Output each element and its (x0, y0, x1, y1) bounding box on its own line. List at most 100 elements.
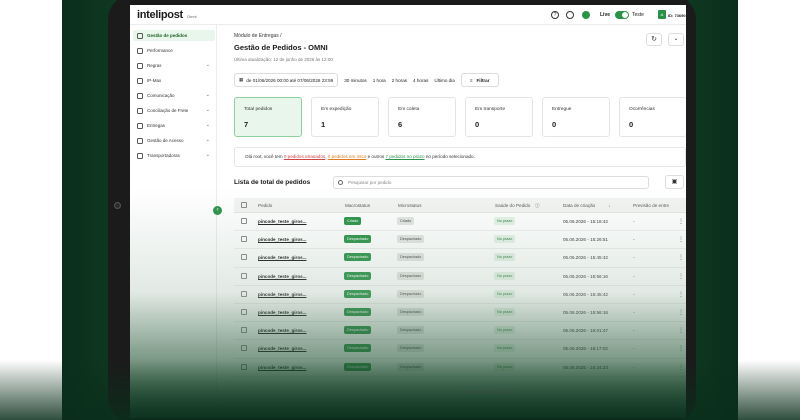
range-chip-2h[interactable]: 2 horas (392, 78, 407, 83)
sidebar-item-conciliacao[interactable]: Conciliação de Frete ⌄ (133, 105, 215, 116)
sidebar-item-comunicacao[interactable]: Comunicação ⌄ (133, 90, 215, 101)
order-link[interactable]: pincode_teste_giros... (258, 255, 307, 260)
card-em-transporte[interactable]: Em transporte 0 (465, 97, 533, 137)
row-checkbox[interactable] (241, 254, 247, 261)
created-date: 05.06.2026 - 15:56:16 (563, 273, 608, 279)
forecast-date: - (633, 237, 635, 243)
range-chip-30min[interactable]: 30 minutos (344, 78, 366, 83)
table-row[interactable]: pincode_teste_giros... Despachado Despacha… (234, 359, 686, 377)
table-row[interactable]: pincode_teste_giros... Despachado Despacha… (234, 304, 686, 323)
row-menu-icon[interactable]: ⋮ (678, 273, 684, 280)
table-row[interactable]: pincode_teste_giros... Despachado Despacha… (234, 231, 686, 250)
row-checkbox[interactable] (241, 272, 247, 279)
order-link[interactable]: pincode_teste_giros... (258, 346, 307, 351)
sidebar-item-regras[interactable]: Regras ⌄ (133, 60, 215, 71)
table-row[interactable]: pincode_teste_giros... Criado Criado No pra… (234, 213, 686, 232)
truck-icon (137, 122, 143, 129)
search-input[interactable]: Pesquisar por pedido (333, 176, 649, 189)
table-row[interactable]: pincode_teste_giros... Despachado Despacha… (234, 286, 686, 304)
column-header[interactable]: Microstatus (398, 203, 422, 208)
sidebar-item-gestao-pedidos[interactable]: Gestão de pedidos (133, 30, 215, 41)
row-checkbox[interactable] (241, 236, 247, 243)
user-id[interactable]: ID: 73690 (668, 13, 686, 18)
env-toggle[interactable] (615, 11, 629, 19)
env-live-label: Live (600, 12, 611, 18)
card-label: Em transporte (475, 107, 506, 112)
alert-sep: , (325, 154, 327, 159)
row-menu-icon[interactable]: ⋮ (678, 345, 684, 352)
range-chip-4h[interactable]: 4 horas (413, 78, 428, 83)
more-options-button[interactable]: ⌄ (668, 33, 684, 46)
breadcrumb[interactable]: Módulo de Entregas / (234, 33, 282, 39)
row-checkbox[interactable] (241, 218, 247, 224)
row-menu-icon[interactable]: ⋮ (678, 236, 684, 243)
row-checkbox[interactable] (241, 290, 247, 297)
order-link[interactable]: pincode_teste_giros... (258, 310, 307, 315)
pagination[interactable]: Resultados por página 10 ▾ (460, 389, 516, 395)
mail-icon (137, 92, 143, 99)
range-chip-1h[interactable]: 1 hora (373, 78, 386, 83)
brand-subtitle: Omni (187, 14, 197, 19)
row-menu-icon[interactable]: ⋮ (678, 327, 684, 334)
sidebar-item-performance[interactable]: Performance (133, 45, 215, 56)
refresh-button[interactable]: ↻ (646, 33, 662, 46)
sidebar-collapse-button[interactable]: ‹ (213, 206, 222, 215)
help-icon[interactable]: ? (551, 11, 559, 19)
row-menu-icon[interactable]: ⋮ (678, 291, 684, 298)
card-em-coleta[interactable]: Em coleta 6 (388, 97, 456, 137)
sidebar-item-transportadoras[interactable]: Transportadoras ⌄ (133, 150, 215, 161)
range-chip-last-day[interactable]: Último dia (434, 78, 454, 83)
sort-icon[interactable]: ↓ (608, 203, 610, 208)
sidebar-item-gestao-acesso[interactable]: Gestão de Acesso ⌄ (133, 135, 215, 146)
column-header[interactable]: Data de criação (563, 203, 595, 208)
card-ocorrencias[interactable]: Ocorrências 0 (619, 97, 686, 137)
on-time-orders-link[interactable]: 7 pedidos no prazo (385, 154, 424, 159)
card-em-expedicao[interactable]: Em expedição 1 (311, 97, 379, 137)
brand-logo[interactable]: intelipost (137, 9, 183, 21)
search-icon (338, 180, 343, 185)
row-menu-icon[interactable]: ⋮ (678, 364, 684, 371)
table-row[interactable]: pincode_teste_giros... Despachado Despacha… (234, 268, 686, 286)
microstatus-badge: Despachado (397, 307, 425, 316)
row-menu-icon[interactable]: ⋮ (678, 309, 684, 316)
order-link[interactable]: pincode_teste_giros... (258, 274, 307, 279)
table-row[interactable]: pincode_teste_giros... Despachado Despacha… (234, 340, 686, 359)
order-link[interactable]: pincode_teste_giros... (258, 365, 307, 370)
order-link[interactable]: pincode_teste_giros... (258, 237, 307, 242)
card-label: Entregue (552, 107, 572, 112)
export-button[interactable]: ▣ (665, 175, 684, 189)
settings-icon (137, 62, 143, 69)
select-all-checkbox[interactable] (241, 202, 247, 208)
row-checkbox[interactable] (241, 327, 247, 334)
order-link[interactable]: pincode_teste_giros... (258, 219, 307, 224)
table-row[interactable]: pincode_teste_giros... Despachado Despacha… (234, 249, 686, 268)
order-link[interactable]: pincode_teste_giros... (258, 292, 307, 297)
risk-orders-link[interactable]: 0 pedidos em risco (328, 154, 367, 159)
column-header[interactable]: Previsão de entre (633, 203, 669, 208)
chevron-down-icon: ⌄ (205, 92, 210, 98)
card-entregue[interactable]: Entregue 0 (542, 97, 610, 137)
sidebar-item-entregas[interactable]: Entregas ⌄ (133, 120, 215, 131)
filter-button[interactable]: ≡ Filtrar (460, 73, 499, 87)
sidebar-item-label: Performance (147, 48, 173, 53)
gear-icon[interactable] (566, 11, 574, 19)
late-orders-link[interactable]: 0 pedidos atrasados (284, 154, 325, 159)
avatar[interactable]: A (658, 10, 666, 19)
chevron-down-icon: ⌄ (205, 62, 210, 68)
row-menu-icon[interactable]: ⋮ (678, 218, 684, 225)
row-menu-icon[interactable]: ⋮ (678, 254, 684, 261)
order-link[interactable]: pincode_teste_giros... (258, 328, 307, 333)
column-header[interactable]: Macrostatus (345, 203, 370, 208)
forecast-date: - (633, 364, 635, 370)
column-header[interactable]: Saúde do Pedido (495, 203, 530, 208)
card-total-pedidos[interactable]: Total pedidos 7 (234, 97, 302, 137)
filter-icon: ≡ (469, 77, 473, 83)
sidebar-item-ip-max[interactable]: IP-Max (133, 75, 215, 86)
date-range-picker[interactable]: ▦ de 01/06/2026 00:00 até 07/06/2026 23:… (234, 73, 339, 87)
macrostatus-badge: Despachado (344, 326, 372, 335)
column-header[interactable]: Pedido (258, 203, 272, 208)
table-row[interactable]: pincode_teste_giros... Despachado Despacha… (234, 322, 686, 341)
row-checkbox[interactable] (241, 308, 247, 315)
row-checkbox[interactable] (241, 345, 247, 352)
row-checkbox[interactable] (241, 363, 247, 370)
